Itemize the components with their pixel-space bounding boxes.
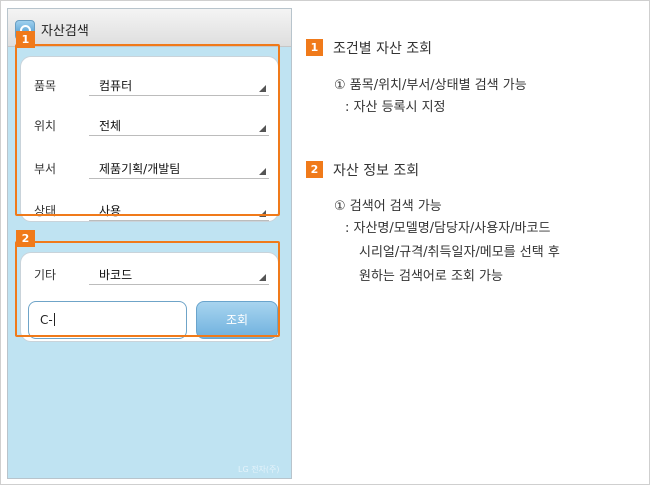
section-1-line: : 자산 등록시 지정 <box>345 100 446 115</box>
section-2-line: 시리얼/규격/취득일자/메모를 선택 후 <box>359 245 560 260</box>
highlight-box-1 <box>15 44 280 216</box>
section-1-number: 1 <box>306 39 323 56</box>
section-2-line: 원하는 검색어로 조회 가능 <box>359 269 503 284</box>
section-2-number: 2 <box>306 161 323 178</box>
section-2-title: 자산 정보 조회 <box>333 163 420 179</box>
marker-1: 1 <box>16 31 35 48</box>
app-titlebar: 자산검색 <box>8 9 291 47</box>
highlight-box-2 <box>15 241 280 337</box>
section-2-line: : 자산명/모델명/담당자/사용자/바코드 <box>345 221 551 236</box>
section-1-title: 조건별 자산 조회 <box>333 41 433 57</box>
marker-2: 2 <box>16 230 35 247</box>
page-frame: 자산검색 품목 컴퓨터 위치 전체 부서 제품기획/개발팀 상태 사용 기타 바… <box>0 0 650 485</box>
app-title: 자산검색 <box>41 24 89 39</box>
section-2-line: ① 검색어 검색 가능 <box>334 199 442 214</box>
watermark: LG 전자(주) <box>238 465 280 474</box>
section-1-line: ① 품목/위치/부서/상태별 검색 가능 <box>334 78 527 93</box>
